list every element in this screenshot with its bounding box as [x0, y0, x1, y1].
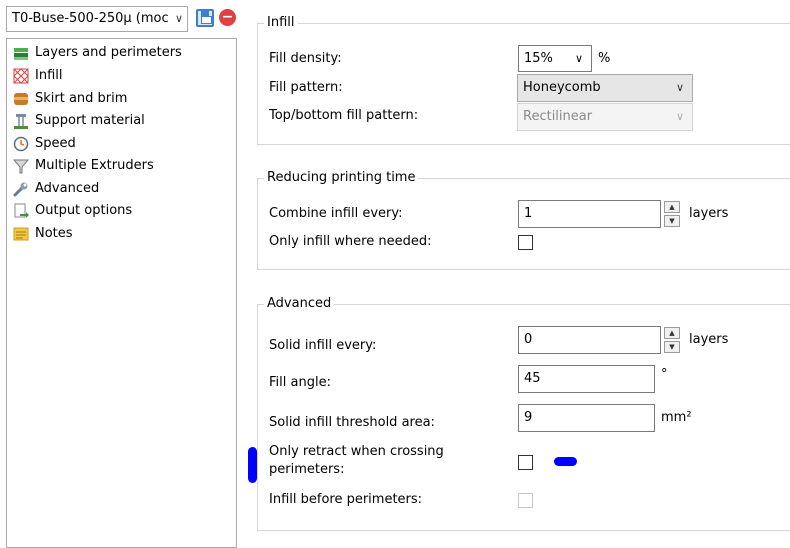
- clock-icon: [13, 136, 29, 152]
- skirt-icon: [13, 91, 29, 107]
- fill-density-select[interactable]: 15% ∨: [518, 45, 592, 72]
- sidebar-item-layers-and-perimeters[interactable]: Layers and perimeters: [13, 42, 182, 64]
- fill-angle-unit: °: [661, 367, 668, 382]
- layers-icon: [13, 45, 29, 61]
- sidebar-item-label: Notes: [35, 226, 73, 241]
- solid-infill-threshold-label: Solid infill threshold area:: [269, 415, 435, 430]
- solid-infill-threshold-unit: mm²: [661, 410, 692, 425]
- fill-angle-value: 45: [524, 371, 541, 386]
- solid-infill-threshold-value: 9: [524, 410, 533, 425]
- sidebar-item-multiple-extruders[interactable]: Multiple Extruders: [12, 155, 154, 177]
- save-preset-icon[interactable]: [196, 9, 214, 27]
- output-icon: [13, 203, 29, 219]
- print-preset-select[interactable]: T0-Buse-500-250µ (moc ∨: [6, 6, 188, 32]
- chevron-down-icon: ∨: [675, 110, 684, 123]
- group-title-infill: Infill: [264, 15, 298, 30]
- top-bottom-fill-pattern-select[interactable]: Rectilinear ∨: [517, 103, 693, 131]
- only-infill-where-needed-checkbox[interactable]: [518, 235, 533, 250]
- sidebar-item-support-material[interactable]: Support material: [13, 110, 145, 132]
- infill-icon: [13, 67, 29, 84]
- sidebar-item-output-options[interactable]: Output options: [13, 200, 132, 222]
- sidebar-item-label: Speed: [35, 136, 76, 151]
- combine-infill-label: Combine infill every:: [269, 206, 403, 221]
- funnel-icon: [12, 158, 30, 174]
- infill-before-perimeters-label: Infill before perimeters:: [269, 492, 423, 507]
- solid-infill-every-spinner[interactable]: ▲ ▼: [664, 327, 680, 353]
- fill-angle-label: Fill angle:: [269, 375, 331, 390]
- combine-infill-input[interactable]: 1: [518, 200, 661, 228]
- fill-density-value: 15%: [524, 51, 553, 66]
- sidebar-item-label: Skirt and brim: [35, 91, 128, 106]
- chevron-down-icon: ∨: [574, 52, 583, 65]
- fill-angle-input[interactable]: 45: [518, 365, 655, 393]
- note-icon: [13, 226, 29, 242]
- top-bottom-fill-pattern-value: Rectilinear: [523, 109, 593, 124]
- solid-infill-threshold-input[interactable]: 9: [518, 404, 655, 432]
- only-retract-label-line2: perimeters:: [269, 462, 345, 477]
- delete-preset-icon[interactable]: −: [219, 9, 236, 26]
- top-bottom-fill-pattern-label: Top/bottom fill pattern:: [269, 108, 419, 123]
- fill-pattern-value: Honeycomb: [523, 80, 601, 95]
- only-retract-label-line1: Only retract when crossing: [269, 444, 444, 459]
- sidebar-item-speed[interactable]: Speed: [13, 133, 76, 155]
- sidebar-item-skirt-and-brim[interactable]: Skirt and brim: [13, 88, 127, 110]
- spin-up-icon[interactable]: ▲: [664, 201, 680, 213]
- sidebar-item-label: Multiple Extruders: [35, 158, 154, 173]
- spin-down-icon[interactable]: ▼: [664, 215, 680, 227]
- sidebar-item-label: Support material: [35, 113, 145, 128]
- print-preset-value: T0-Buse-500-250µ (moc: [12, 11, 169, 26]
- solid-infill-every-label: Solid infill every:: [269, 338, 377, 353]
- spin-up-icon[interactable]: ▲: [664, 327, 680, 339]
- group-title-reducing-printing-time: Reducing printing time: [264, 170, 419, 185]
- support-icon: [13, 113, 29, 129]
- chevron-down-icon: ∨: [675, 81, 684, 94]
- combine-infill-unit: layers: [689, 206, 729, 221]
- only-infill-where-needed-label: Only infill where needed:: [269, 234, 432, 249]
- combine-infill-spinner[interactable]: ▲ ▼: [664, 201, 680, 227]
- sidebar-item-label: Layers and perimeters: [35, 45, 182, 60]
- sidebar-item-infill[interactable]: Infill: [13, 65, 63, 87]
- highlight-marker-right: [554, 457, 577, 466]
- infill-before-perimeters-checkbox[interactable]: [518, 493, 533, 508]
- only-retract-checkbox[interactable]: [518, 455, 533, 470]
- fill-pattern-select[interactable]: Honeycomb ∨: [517, 74, 693, 102]
- combine-infill-value: 1: [524, 206, 533, 221]
- solid-infill-every-input[interactable]: 0: [518, 326, 661, 354]
- fill-density-unit: %: [598, 51, 611, 66]
- settings-category-tree: Layers and perimeters Infill Skirt and b…: [6, 38, 237, 548]
- highlight-marker-left: [248, 447, 257, 483]
- sidebar-item-label: Advanced: [35, 181, 100, 196]
- fill-density-label: Fill density:: [269, 51, 342, 66]
- sidebar-item-advanced[interactable]: Advanced: [13, 178, 99, 200]
- solid-infill-every-unit: layers: [689, 332, 729, 347]
- wrench-icon: [13, 181, 29, 197]
- fill-pattern-label: Fill pattern:: [269, 80, 343, 95]
- solid-infill-every-value: 0: [524, 332, 533, 347]
- sidebar-item-notes[interactable]: Notes: [13, 223, 73, 245]
- sidebar-item-label: Output options: [35, 203, 133, 218]
- spin-down-icon[interactable]: ▼: [664, 341, 680, 353]
- sidebar-item-label: Infill: [35, 68, 63, 83]
- group-title-advanced: Advanced: [264, 296, 335, 311]
- chevron-down-icon: ∨: [174, 12, 183, 25]
